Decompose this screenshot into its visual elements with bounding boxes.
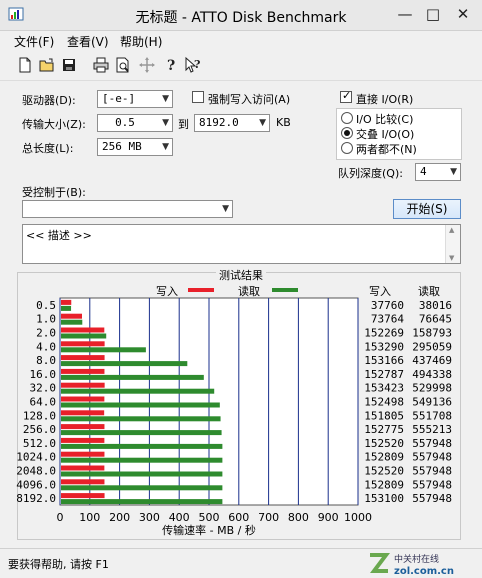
write-bar <box>61 465 105 471</box>
write-value: 152809 <box>364 451 404 464</box>
read-value: 38016 <box>419 299 452 312</box>
read-value: 158793 <box>412 327 452 340</box>
read-value: 549136 <box>412 396 452 409</box>
write-value: 152520 <box>364 465 404 478</box>
zol-watermark-logo: 中关村在线 zol.com.cn <box>370 553 454 577</box>
write-value: 153290 <box>364 340 404 353</box>
read-bar <box>61 443 223 449</box>
write-bar <box>61 479 105 485</box>
y-tick-label: 1.0 <box>36 313 56 326</box>
y-tick-label: 256.0 <box>23 423 56 436</box>
write-value: 153423 <box>364 382 404 395</box>
read-bar <box>61 402 220 408</box>
svg-text:zol.com.cn: zol.com.cn <box>394 566 454 577</box>
y-tick-label: 4.0 <box>36 340 56 353</box>
write-bar <box>61 355 105 361</box>
read-value: 76645 <box>419 313 452 326</box>
y-tick-label: 8192.0 <box>16 492 56 505</box>
x-axis-label: 传输速率 - MB / 秒 <box>162 524 256 537</box>
read-value: 551708 <box>412 409 452 422</box>
write-bar <box>61 382 105 388</box>
write-bar <box>61 451 105 457</box>
write-value: 152498 <box>364 396 404 409</box>
write-bar <box>61 341 105 347</box>
write-value: 153100 <box>364 492 404 505</box>
y-tick-label: 8.0 <box>36 354 56 367</box>
write-bar <box>61 299 72 305</box>
read-bar <box>61 388 215 394</box>
y-tick-label: 4096.0 <box>16 478 56 491</box>
read-value: 557948 <box>412 492 452 505</box>
y-tick-label: 1024.0 <box>16 451 56 464</box>
status-text: 要获得帮助, 请按 F1 <box>8 558 109 571</box>
read-bar <box>61 305 72 311</box>
read-value: 557948 <box>412 478 452 491</box>
write-bar <box>61 396 105 402</box>
read-bar <box>61 499 223 505</box>
read-bar <box>61 485 223 491</box>
read-value: 557948 <box>412 437 452 450</box>
throughput-chart: 0 100 200 300 400 500 600 700 800 900 10000.5 37760… <box>16 297 452 524</box>
write-value: 152787 <box>364 368 404 381</box>
write-bar <box>61 437 105 443</box>
y-tick-label: 0.5 <box>36 299 56 312</box>
read-bar <box>61 347 146 353</box>
write-value: 73764 <box>371 313 404 326</box>
read-bar <box>61 374 204 380</box>
read-bar <box>61 319 83 325</box>
read-value: 557948 <box>412 465 452 478</box>
read-value: 529998 <box>412 382 452 395</box>
y-tick-label: 128.0 <box>23 409 56 422</box>
y-tick-label: 2048.0 <box>16 465 56 478</box>
read-bar <box>61 471 223 477</box>
read-bar <box>61 333 107 339</box>
read-bar <box>61 457 223 463</box>
y-tick-label: 16.0 <box>30 368 57 381</box>
write-value: 37760 <box>371 299 404 312</box>
read-bar <box>61 416 221 422</box>
y-tick-label: 64.0 <box>30 396 57 409</box>
write-bar <box>61 327 105 333</box>
write-value: 153166 <box>364 354 404 367</box>
read-value: 437469 <box>412 354 452 367</box>
write-value: 152269 <box>364 327 404 340</box>
write-bar <box>61 313 82 319</box>
read-bar <box>61 361 188 367</box>
status-bar: 要获得帮助, 请按 F1 中关村在线 zol.com.cn <box>0 548 482 578</box>
write-bar <box>61 410 105 416</box>
write-bar <box>61 424 105 430</box>
y-tick-label: 512.0 <box>23 437 56 450</box>
read-value: 557948 <box>412 451 452 464</box>
write-value: 152520 <box>364 437 404 450</box>
read-bar <box>61 430 222 436</box>
write-value: 151805 <box>364 409 404 422</box>
y-tick-label: 32.0 <box>30 382 57 395</box>
write-value: 152775 <box>364 423 404 436</box>
y-tick-label: 2.0 <box>36 327 56 340</box>
read-value: 295059 <box>412 340 452 353</box>
svg-text:中关村在线: 中关村在线 <box>394 553 439 565</box>
write-value: 152809 <box>364 478 404 491</box>
write-bar <box>61 368 105 374</box>
write-bar <box>61 493 105 499</box>
read-value: 494338 <box>412 368 452 381</box>
read-value: 555213 <box>412 423 452 436</box>
